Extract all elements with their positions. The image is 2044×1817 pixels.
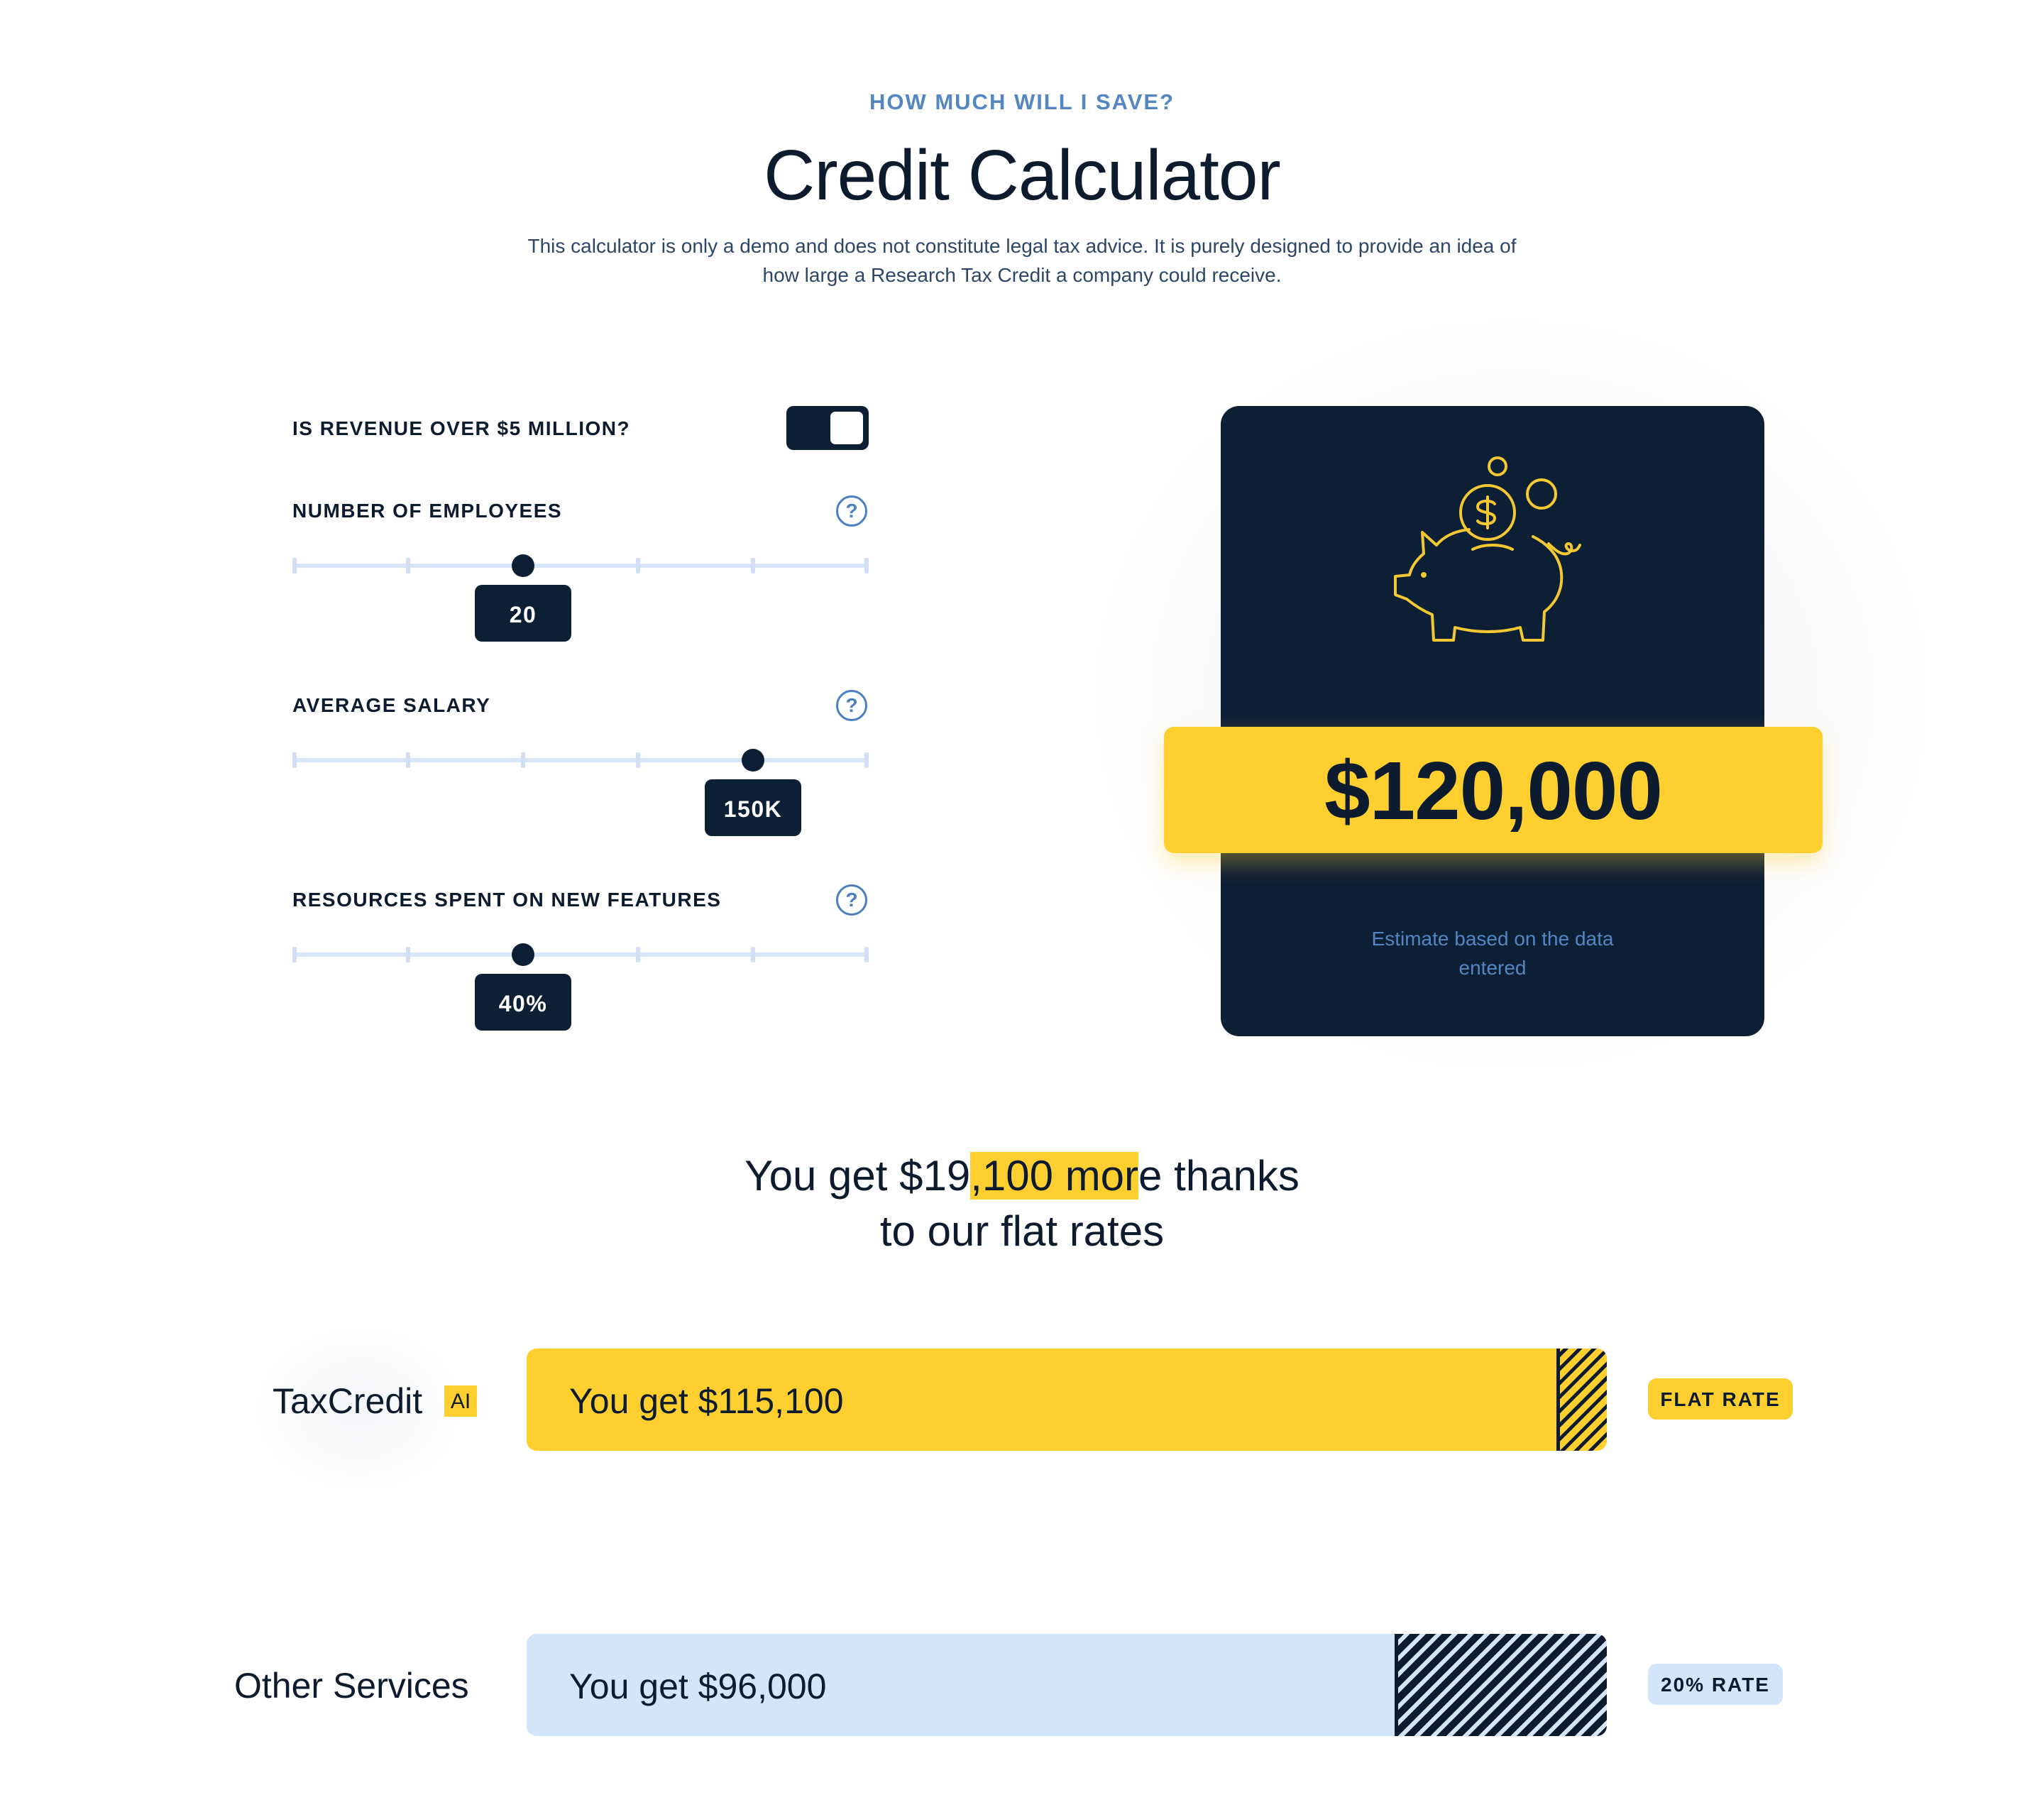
salary-slider-thumb[interactable]	[742, 749, 764, 772]
slider-tick	[751, 558, 755, 573]
page-subtitle: This calculator is only a demo and does …	[490, 231, 1554, 290]
resources-label: RESOURCES SPENT ON NEW FEATURES	[292, 889, 722, 911]
subtitle-line-2: how large a Research Tax Credit a compan…	[762, 264, 1282, 286]
slider-tick	[636, 752, 640, 768]
headline-pre: You get $19	[744, 1152, 971, 1200]
slider-tick	[292, 752, 297, 768]
slider-tick	[864, 947, 869, 962]
revenue-label: IS REVENUE OVER $5 MILLION?	[292, 417, 631, 439]
page-title: Credit Calculator	[764, 136, 1281, 215]
slider-tick	[292, 558, 297, 573]
slider-tick	[751, 947, 755, 962]
employees-value-badge: 20	[475, 585, 571, 642]
slider-tick	[521, 752, 525, 768]
headline-post: e thanks	[1138, 1152, 1300, 1200]
slider-tick	[636, 947, 640, 962]
employees-label: NUMBER OF EMPLOYEES	[292, 500, 563, 522]
employees-slider-track[interactable]	[292, 554, 869, 577]
resources-help-icon[interactable]: ?	[836, 884, 867, 916]
headline-line-1: You get $19,100 more thanks	[0, 1148, 2044, 1204]
other-bar-marker	[1395, 1634, 1398, 1736]
taxcredit-bar-marker	[1556, 1349, 1560, 1451]
employees-slider-thumb[interactable]	[512, 554, 534, 577]
slider-tick	[636, 558, 640, 573]
taxcredit-bar: You get $115,100	[527, 1349, 1607, 1451]
salary-help-icon[interactable]: ?	[836, 690, 867, 721]
other-services-label: Other Services	[234, 1666, 469, 1706]
taxcredit-bar-hatch	[1557, 1349, 1607, 1451]
slider-tick	[292, 947, 297, 962]
estimate-note: Estimate based on the data entered	[1221, 924, 1764, 982]
resources-slider-track[interactable]	[292, 943, 869, 966]
taxcredit-logo: TaxCredit	[273, 1381, 423, 1421]
slider-tick	[406, 752, 410, 768]
resources-slider-thumb[interactable]	[512, 943, 534, 966]
other-bar-text: You get $96,000	[569, 1667, 827, 1706]
salary-value-badge: 150K	[705, 779, 801, 836]
toggle-knob	[830, 412, 863, 444]
eyebrow-heading: HOW MUCH WILL I SAVE?	[869, 89, 1175, 114]
other-services-bar: You get $96,000	[527, 1634, 1607, 1736]
taxcredit-logo-badge: AI	[444, 1385, 477, 1417]
slider-tick	[406, 558, 410, 573]
salary-slider-track[interactable]	[292, 749, 869, 772]
headline-line-2: to our flat rates	[879, 1207, 1165, 1255]
taxcredit-bar-text: You get $115,100	[569, 1381, 844, 1421]
revenue-toggle[interactable]	[786, 406, 869, 450]
other-bar-hatch	[1395, 1634, 1607, 1736]
employees-help-icon[interactable]: ?	[836, 495, 867, 527]
slider-tick	[864, 558, 869, 573]
salary-label: AVERAGE SALARY	[292, 694, 491, 716]
resources-value-badge: 40%	[475, 974, 571, 1031]
slider-tick	[864, 752, 869, 768]
twenty-percent-rate-tag: 20% RATE	[1648, 1664, 1783, 1705]
slider-tick	[406, 947, 410, 962]
piggy-bank-icon	[1394, 456, 1581, 642]
estimate-note-line-1: Estimate based on the data	[1371, 928, 1614, 950]
savings-headline: You get $19,100 more thanks to our flat …	[0, 1148, 2044, 1259]
headline-highlight: ,100 mor	[970, 1152, 1139, 1200]
subtitle-line-1: This calculator is only a demo and does …	[527, 235, 1517, 257]
estimate-note-line-2: entered	[1458, 957, 1527, 979]
flat-rate-tag: FLAT RATE	[1648, 1378, 1793, 1420]
credit-amount: $120,000	[1164, 727, 1823, 853]
